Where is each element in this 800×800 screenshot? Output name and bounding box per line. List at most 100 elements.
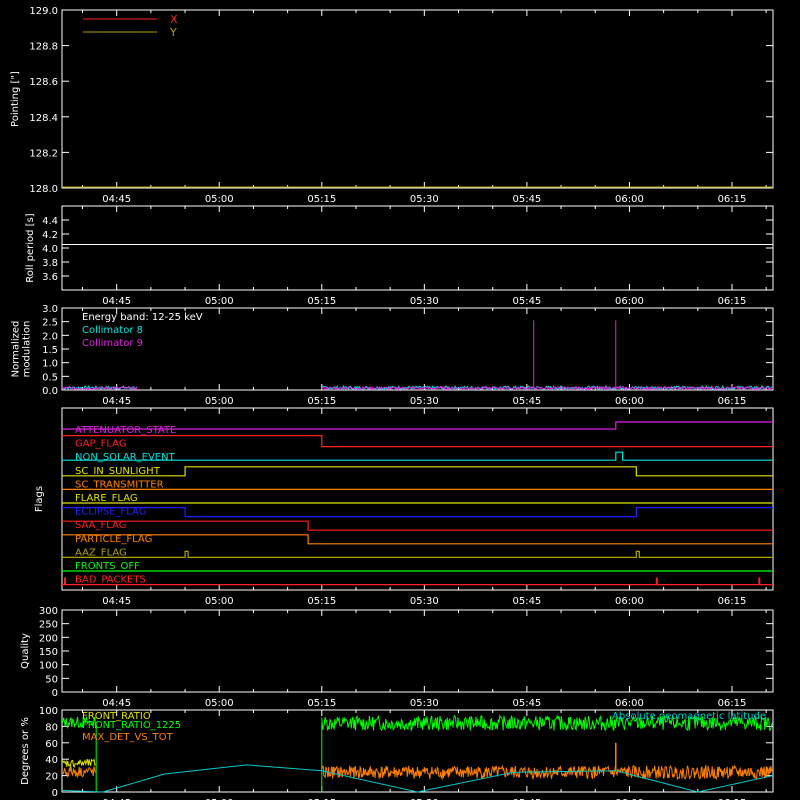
ratios-panel: 04:4505:0005:1505:3005:4506:0006:1510080… <box>20 706 774 800</box>
legend-geomagnetic-latitude: Absolute geomagnetic latitude <box>612 711 766 722</box>
roll-ytick-label: 3.8 <box>42 258 58 269</box>
quality-panel: 04:45 05:00 05:15 05:30 05:45 06:00 06:15 300 25… <box>20 606 774 709</box>
flags-xtick-label: 05:15 <box>307 596 336 607</box>
flag-line-sc-in-sunlight <box>62 466 773 477</box>
modulation-ytick-label: 0.0 <box>42 386 58 397</box>
legend-collimator8: Collimator 8 <box>82 325 143 336</box>
flags-panel: 04:45 05:00 05:15 05:30 05:45 06:00 06:15 Flags… <box>34 407 774 607</box>
roll-ytick-label: 4.2 <box>42 230 58 241</box>
pointing-xtick-label: 05:30 <box>410 194 439 205</box>
pointing-ylabel: Pointing ["] <box>10 71 21 127</box>
roll-xtick-label: 05:00 <box>205 296 234 307</box>
quality-xtick-label: 06:15 <box>718 698 747 709</box>
flag-label-sc-in-sunlight: SC_IN_SUNLIGHT <box>75 466 161 477</box>
quality-ylabel: Quality <box>20 633 31 669</box>
flags-xtick-label: 05:45 <box>512 596 541 607</box>
quality-xtick-label: 04:45 <box>102 698 131 709</box>
ratios-ytick-label: 40 <box>45 755 58 766</box>
pointing-panel: 04:45 05:00 05:15 05:30 05:45 06:00 06:15 129.0… <box>10 6 774 205</box>
flag-line-aaz-flag <box>62 550 773 558</box>
flags-xtick-label: 05:30 <box>410 596 439 607</box>
quality-ytick-label: 100 <box>39 661 58 672</box>
modulation-xtick-label: 06:00 <box>615 396 644 407</box>
quality-ytick-label: 50 <box>45 674 58 685</box>
modulation-ytick-label: 2.5 <box>42 318 58 329</box>
ratios-ytick-label: 0 <box>52 788 58 799</box>
quality-frame <box>61 609 774 693</box>
legend-label-y: Y <box>169 26 177 39</box>
quality-xtick-label: 05:30 <box>410 698 439 709</box>
flags-xtick-label: 05:00 <box>205 596 234 607</box>
quality-ytick-label: 300 <box>39 606 58 617</box>
modulation-xtick-label: 04:45 <box>102 396 131 407</box>
ratios-ytick-label: 60 <box>45 739 58 750</box>
pointing-xtick-label: 05:45 <box>512 194 541 205</box>
legend-label-x: X <box>170 13 178 26</box>
pointing-ytick-label: 129.0 <box>29 6 58 17</box>
pointing-ytick-label: 128.2 <box>29 148 58 159</box>
quality-xtick-label: 05:15 <box>307 698 336 709</box>
quality-ytick-label: 250 <box>39 620 58 631</box>
flag-label-flare-flag: FLARE_FLAG <box>75 493 138 504</box>
quality-ytick-label: 0 <box>52 688 58 699</box>
pointing-ytick-label: 128.4 <box>29 113 58 124</box>
roll-panel: 04:45 05:00 05:15 05:30 05:45 06:00 06:15 4.4 4.… <box>25 205 774 307</box>
roll-ylabel: Roll period [s] <box>25 213 36 282</box>
pointing-ytick-label: 128.8 <box>29 42 58 53</box>
ratios-ytick-label: 100 <box>39 706 58 717</box>
pointing-xtick-label: 05:00 <box>205 194 234 205</box>
pointing-ytick-label: 128.0 <box>29 184 58 195</box>
flag-line-particle-flag <box>62 534 773 545</box>
flags-xtick-label: 06:15 <box>718 596 747 607</box>
roll-ytick-label: 4.0 <box>42 244 58 255</box>
roll-xtick-label: 04:45 <box>102 296 131 307</box>
flags-ylabel: Flags <box>34 486 45 512</box>
energy-band-label: Energy band: 12-25 keV <box>82 312 203 323</box>
flag-label-saa-flag: SAA_FLAG <box>75 520 126 531</box>
flag-line-gap-flag <box>62 435 773 448</box>
modulation-ytick-label: 1.5 <box>42 345 58 356</box>
flags-xtick-label: 06:00 <box>615 596 644 607</box>
modulation-ytick-label: 1.0 <box>42 359 58 370</box>
modulation-ytick-label: 0.5 <box>42 372 58 383</box>
ratios-ylabel: Degrees or % <box>20 717 31 785</box>
legend-collimator9: Collimator 9 <box>82 338 143 349</box>
pointing-frame <box>61 9 774 189</box>
quality-xtick-label: 05:45 <box>512 698 541 709</box>
modulation-xtick-label: 05:45 <box>512 396 541 407</box>
flag-label-gap-flag: GAP_FLAG <box>75 439 127 450</box>
legend-front-ratio-1225: FRONT_RATIO_1225 <box>82 720 181 731</box>
flag-label-particle-flag: PARTICLE_FLAG <box>75 534 152 545</box>
modulation-xtick-label: 05:30 <box>410 396 439 407</box>
modulation-ylabel: Normalized <box>11 321 22 378</box>
roll-xtick-label: 05:30 <box>410 296 439 307</box>
pointing-xtick-label: 06:15 <box>718 194 747 205</box>
flag-line-eclipse-flag <box>62 507 773 518</box>
modulation-ytick-label: 2.0 <box>42 331 58 342</box>
flag-label-eclipse-flag: ECLIPSE_FLAG <box>75 507 146 518</box>
flag-label-non-solar-event: NON_SOLAR_EVENT <box>75 452 176 463</box>
modulation-panel: 04:45 05:00 05:15 05:30 05:45 06:00 06:15 3.0 2.… <box>11 304 774 407</box>
modulation-ytick-label: 3.0 <box>42 304 58 315</box>
legend-max-det: MAX_DET_VS_TOT <box>82 732 174 743</box>
flags-xtick-label: 04:45 <box>102 596 131 607</box>
modulation-ylabel: modulation <box>22 321 33 378</box>
quality-xtick-label: 06:00 <box>615 698 644 709</box>
flag-label-sc-transmitter: SC_TRANSMITTER <box>75 479 164 490</box>
quality-ytick-label: 200 <box>39 633 58 644</box>
max-det-trace <box>321 764 773 781</box>
multi-panel-plot: 04:45 05:00 05:15 05:30 05:45 06:00 06:15 129.0… <box>10 6 774 800</box>
ratios-ytick-label: 20 <box>45 772 58 783</box>
roll-xtick-label: 06:00 <box>615 296 644 307</box>
roll-frame <box>61 205 774 291</box>
modulation-xtick-label: 05:00 <box>205 396 234 407</box>
quality-xtick-label: 05:00 <box>205 698 234 709</box>
pointing-xtick-label: 05:15 <box>307 194 336 205</box>
ratios-ytick-label: 80 <box>45 722 58 733</box>
pointing-xtick-label: 04:45 <box>102 194 131 205</box>
front-ratio-trace <box>61 758 96 769</box>
flag-label-fronts-off: FRONTS_OFF <box>75 561 140 572</box>
roll-ytick-label: 4.4 <box>42 216 58 227</box>
pointing-ytick-label: 128.6 <box>29 77 58 88</box>
flag-label-attenuator-state: ATTENUATOR_STATE <box>75 425 176 436</box>
